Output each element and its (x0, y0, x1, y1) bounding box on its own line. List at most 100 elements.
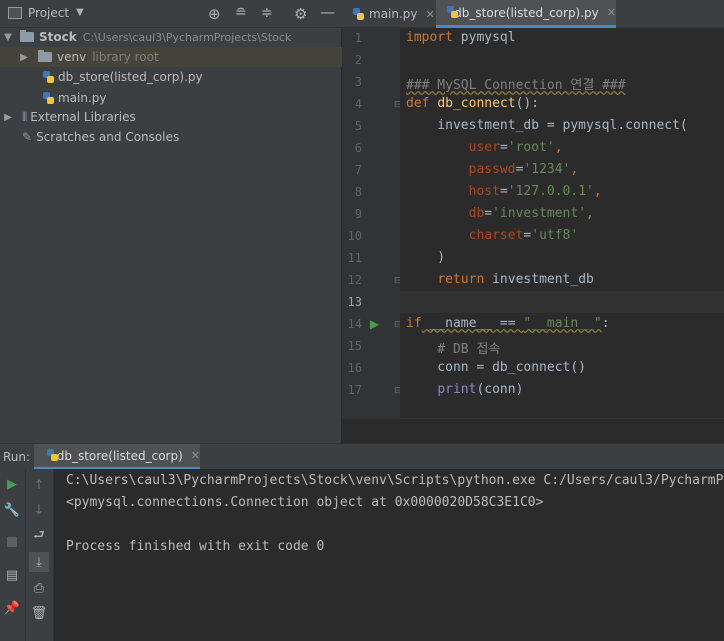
project-panel-header: Project ▼ ⊕ ≘ ≑ ⚙ — (0, 0, 342, 28)
line-number: 1 (354, 31, 362, 45)
print-icon[interactable]: ⎙ (31, 580, 47, 596)
code-line-12: return investment_db (437, 272, 594, 287)
close-icon[interactable]: ✕ (426, 8, 435, 21)
arrow-down-icon[interactable]: ↓ (31, 502, 47, 518)
python-file-icon (352, 7, 365, 21)
code-line-7: passwd='1234', (468, 162, 579, 177)
tree-scratches-label: Scratches and Consoles (36, 130, 180, 144)
code-line-11: ) (406, 250, 446, 265)
run-panel-header: Run: db_store(listed_corp) ✕ (0, 443, 724, 470)
code-line-16: conn = db_connect() (406, 360, 587, 375)
line-number: 12 (347, 273, 362, 287)
line-number: 8 (354, 185, 362, 199)
run-console[interactable]: C:\Users\caul3\PycharmProjects\Stock\ven… (54, 469, 724, 641)
tree-item-venv[interactable]: ▶ venv library root (0, 47, 342, 67)
soft-wrap-icon[interactable]: ⮐ (31, 528, 47, 545)
locate-icon[interactable]: ⊕ (208, 5, 221, 23)
line-number: 17 (347, 383, 362, 397)
line-number: 16 (347, 361, 362, 375)
chevron-right-icon[interactable]: ▶ (2, 112, 14, 123)
tree-item-stock[interactable]: ▼ Stock C:\Users\caul3\PycharmProjects\S… (0, 27, 342, 47)
project-view-icon[interactable] (8, 7, 22, 19)
layout-icon[interactable]: ▤ (4, 567, 20, 583)
line-number: 6 (354, 141, 362, 155)
line-number: 3 (354, 75, 362, 89)
project-view-dropdown-icon[interactable]: ▼ (76, 7, 84, 18)
close-icon[interactable]: ✕ (607, 6, 616, 19)
python-file-icon (446, 6, 459, 19)
line-number: 7 (354, 163, 362, 177)
tab-main-py[interactable]: main.py ✕ (342, 0, 436, 28)
run-tab-label: db_store(listed_corp) (56, 448, 183, 463)
code-line-17: print(conn) (437, 382, 524, 397)
tree-external-libraries-label: External Libraries (30, 110, 136, 124)
tree-item-main[interactable]: main.py (0, 88, 342, 108)
expand-all-icon[interactable]: ≘ (235, 5, 247, 21)
tree-item-scratches[interactable]: ✎ Scratches and Consoles (0, 127, 342, 147)
editor-gutter: 1 2 3 4 5 6 7 8 9 10 11 12 13 14 15 16 1… (342, 28, 402, 418)
close-icon[interactable]: ✕ (191, 449, 200, 462)
line-number: 15 (347, 339, 362, 353)
tab-label: db_store(listed_corp).py (454, 5, 599, 20)
editor-tab-bar: main.py ✕ db_store(listed_corp).py ✕ (342, 0, 724, 28)
current-line-highlight (400, 291, 724, 313)
console-line: <pymysql.connections.Connection object a… (66, 495, 544, 510)
tree-file2-name: main.py (58, 91, 107, 105)
python-file-icon (46, 449, 58, 462)
project-view-title[interactable]: Project (28, 6, 69, 20)
code-line-4: def db_connect(): (406, 96, 540, 111)
code-line-14: if __name__ == "__main__": (406, 316, 610, 331)
trash-icon[interactable]: 🗑 (31, 605, 48, 621)
line-number: 9 (354, 207, 362, 221)
code-line-5: investment_db = pymysql.connect( (406, 118, 688, 133)
pin-icon[interactable]: 📌 (4, 600, 20, 616)
project-panel: Project ▼ ⊕ ≘ ≑ ⚙ — ▼ Stock C:\Users\cau… (0, 0, 342, 443)
library-icon: ⦀ (22, 109, 28, 124)
code-line-1: import pymysql (406, 30, 516, 45)
code-editor[interactable]: import pymysql ### MySQL Connection 연결 #… (400, 28, 724, 418)
line-number: 4 (354, 97, 362, 111)
python-file-icon (42, 91, 55, 105)
wrench-icon[interactable]: 🔧 (4, 502, 20, 518)
chevron-right-icon[interactable]: ▶ (18, 52, 30, 63)
code-line-9: db='investment', (468, 206, 594, 221)
tree-item-external-libraries[interactable]: ▶ ⦀ External Libraries (0, 107, 342, 127)
tree-venv-name: venv (57, 50, 87, 64)
console-line: Process finished with exit code 0 (66, 539, 325, 554)
rerun-icon[interactable]: ▶ (4, 476, 20, 492)
code-line-6: user='root', (468, 140, 563, 155)
run-gutter-icon[interactable]: ▶ (370, 317, 379, 331)
code-line-10: charset='utf8' (468, 228, 579, 243)
tab-db-store[interactable]: db_store(listed_corp).py ✕ (436, 0, 616, 28)
hide-panel-icon[interactable]: — (320, 3, 335, 21)
run-toolbar-primary: ▶ 🔧 ▤ 📌 (0, 469, 26, 641)
scroll-to-end-icon[interactable]: ⤓ (29, 552, 49, 572)
run-toolbar-secondary: ↑ ↓ ⮐ ⤓ ⎙ 🗑 (26, 469, 54, 641)
collapse-all-icon[interactable]: ≑ (261, 5, 273, 21)
tree-venv-note: library root (92, 50, 159, 64)
line-number: 13 (347, 295, 362, 309)
folder-icon (38, 50, 52, 62)
tab-label: main.py (369, 7, 418, 21)
run-label: Run: (3, 450, 31, 464)
chevron-down-icon[interactable]: ▼ (2, 32, 14, 43)
python-file-icon (42, 70, 55, 84)
code-line-8: host='127.0.0.1', (468, 184, 602, 199)
tree-root-name: Stock (39, 30, 77, 44)
stop-icon[interactable] (4, 534, 20, 550)
arrow-up-icon[interactable]: ↑ (31, 477, 47, 493)
code-line-3: ### MySQL Connection 연결 ### (406, 78, 626, 93)
code-line-15: # DB 접속 (406, 342, 501, 357)
gear-icon[interactable]: ⚙ (294, 5, 307, 23)
tree-item-db-store[interactable]: db_store(listed_corp).py (0, 67, 342, 87)
editor-footer (342, 418, 724, 443)
folder-icon (20, 30, 34, 42)
console-line: C:\Users\caul3\PycharmProjects\Stock\ven… (66, 473, 724, 488)
run-tab[interactable]: db_store(listed_corp) ✕ (34, 444, 200, 470)
tree-file1-name: db_store(listed_corp).py (58, 70, 203, 84)
line-number: 5 (354, 119, 362, 133)
line-number: 14 (347, 317, 362, 331)
scratches-icon: ✎ (22, 130, 33, 144)
line-number: 2 (354, 53, 362, 67)
tree-root-path: C:\Users\caul3\PycharmProjects\Stock (82, 30, 292, 44)
